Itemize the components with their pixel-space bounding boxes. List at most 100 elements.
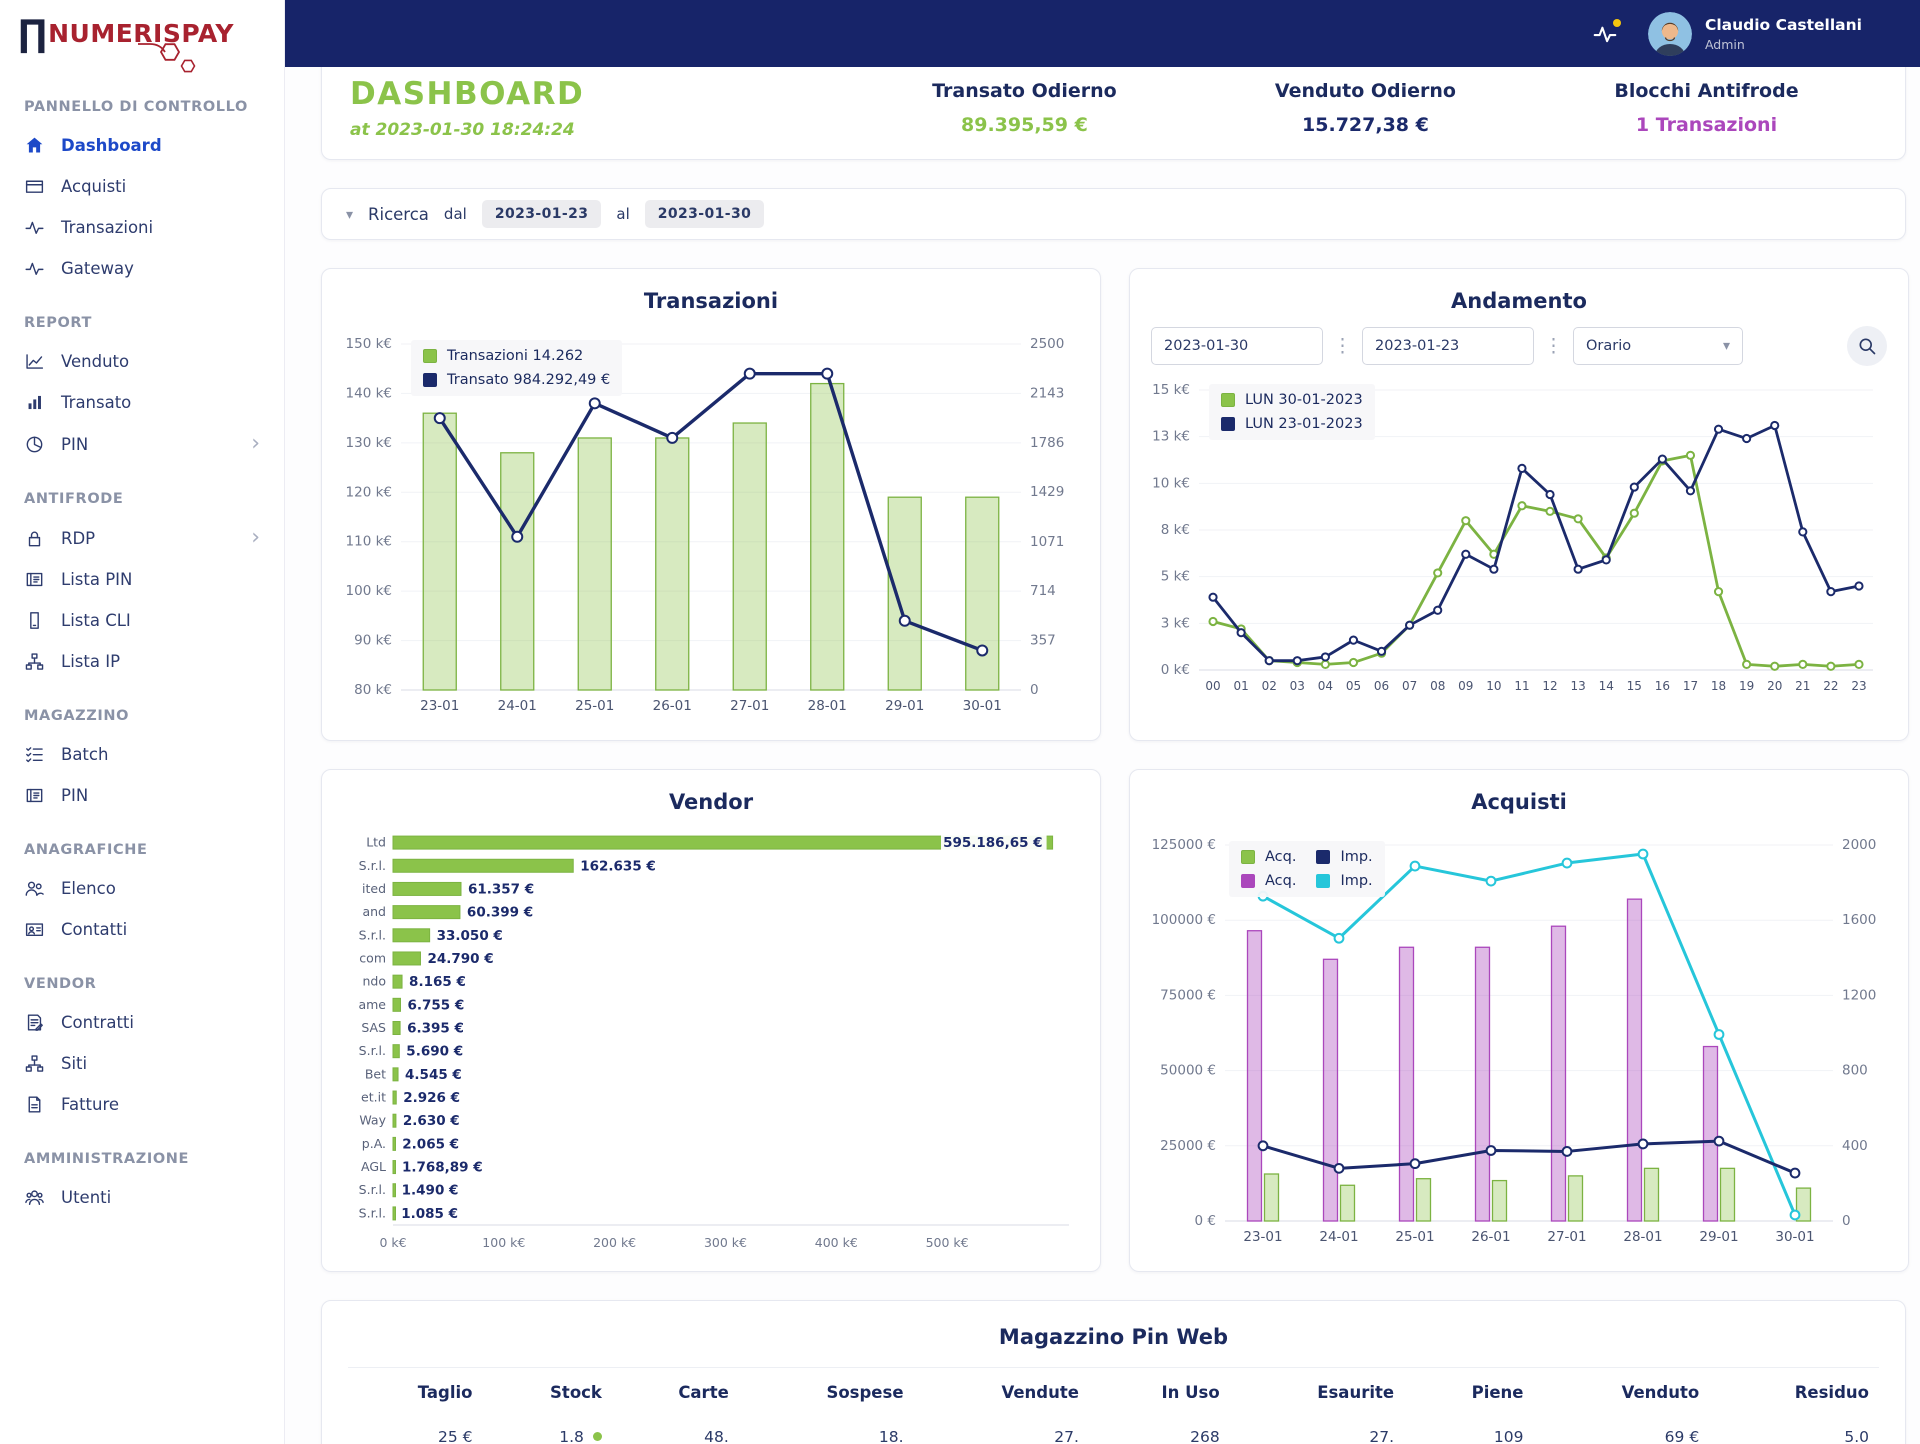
sidebar-item-label: Contratti <box>61 1013 134 1032</box>
kpi-stat-value: 1 Transazioni <box>1536 114 1877 136</box>
sidebar-item-label: Lista IP <box>61 652 120 671</box>
table-row: 25 €1.848.18.27.26827.10969 €5.0 <box>348 1413 1879 1444</box>
sidebar-item-label: Utenti <box>61 1188 111 1207</box>
svg-text:15 k€: 15 k€ <box>1152 382 1190 398</box>
sidebar-item-siti[interactable]: Siti <box>0 1043 284 1084</box>
svg-text:8 k€: 8 k€ <box>1161 522 1190 538</box>
svg-text:1200: 1200 <box>1842 987 1876 1003</box>
user-menu[interactable]: Claudio Castellani Admin <box>1648 12 1862 56</box>
magazzino-card: Magazzino Pin Web TaglioStockCarteSospes… <box>321 1300 1906 1444</box>
svg-text:1.490 €: 1.490 € <box>402 1183 459 1199</box>
svg-text:1071: 1071 <box>1030 534 1064 550</box>
sidebar-item-lista-ip[interactable]: Lista IP <box>0 641 284 682</box>
sidebar-item-dashboard[interactable]: Dashboard <box>0 125 284 166</box>
activity-button[interactable] <box>1592 21 1618 47</box>
svg-text:25-01: 25-01 <box>575 698 614 714</box>
avatar[interactable] <box>1648 12 1692 56</box>
filter-collapse-icon[interactable]: ▾ <box>346 206 353 223</box>
pulse-icon <box>24 217 45 238</box>
svg-text:02: 02 <box>1262 679 1277 693</box>
svg-text:ited: ited <box>362 881 386 896</box>
sidebar-item-label: Batch <box>61 745 108 764</box>
svg-text:3 k€: 3 k€ <box>1161 615 1190 631</box>
svg-text:00: 00 <box>1205 679 1220 693</box>
legend-item: Transazioni 14.262 <box>423 348 610 364</box>
sidebar-item-lista-pin[interactable]: Lista PIN <box>0 559 284 600</box>
magazzino-column-header: Taglio <box>348 1368 483 1414</box>
nav-section-title: ANAGRAFICHE <box>0 816 284 868</box>
chart-acquisti: 0 €25000 €50000 €75000 €100000 €125000 €… <box>1145 827 1893 1261</box>
sidebar-item-contratti[interactable]: Contratti <box>0 1002 284 1043</box>
andamento-date-to-input[interactable] <box>1362 327 1534 365</box>
filter-date-to[interactable]: 2023-01-30 <box>645 200 765 228</box>
sidebar-item-rdp[interactable]: RDP› <box>0 517 284 559</box>
sidebar-item-pin[interactable]: PIN› <box>0 423 284 465</box>
svg-text:16: 16 <box>1655 679 1670 693</box>
magazzino-column-header: Carte <box>612 1368 739 1414</box>
legend-label: LUN 23-01-2023 <box>1245 416 1363 432</box>
kebab-icon[interactable]: ⋮ <box>1541 335 1566 358</box>
svg-text:61.357 €: 61.357 € <box>468 881 534 897</box>
sidebar-item-fatture[interactable]: Fatture <box>0 1084 284 1125</box>
magazzino-column-header: Vendute <box>914 1368 1089 1414</box>
svg-text:25000 €: 25000 € <box>1160 1138 1216 1154</box>
user-name: Claudio Castellani <box>1705 16 1862 34</box>
filter-date-from[interactable]: 2023-01-23 <box>482 200 602 228</box>
chart-card-transazioni: Transazioni 80 k€90 k€100 k€110 k€120 k€… <box>321 268 1101 741</box>
chart-title-acquisti: Acquisti <box>1145 790 1893 814</box>
kpi-stat-label: Blocchi Antifrode <box>1536 80 1877 102</box>
sidebar-item-acquisti[interactable]: Acquisti <box>0 166 284 207</box>
sidebar-item-label: Transazioni <box>61 218 153 237</box>
sidebar-item-transato[interactable]: Transato <box>0 382 284 423</box>
legend-item: Acq. <box>1241 873 1296 889</box>
kebab-icon[interactable]: ⋮ <box>1330 335 1355 358</box>
legend-label: Imp. <box>1340 849 1372 865</box>
sidebar-item-venduto[interactable]: Venduto <box>0 341 284 382</box>
svg-text:80 k€: 80 k€ <box>354 682 392 698</box>
svg-text:6.755 €: 6.755 € <box>407 997 464 1013</box>
nav-section-title: MAGAZZINO <box>0 682 284 734</box>
legend-swatch <box>1241 874 1255 888</box>
andamento-controls: ⋮ ⋮ Orario ▾ <box>1145 326 1893 366</box>
svg-text:S.r.l.: S.r.l. <box>359 1043 386 1058</box>
magazzino-column-header: Stock <box>483 1368 612 1414</box>
andamento-date-from-input[interactable] <box>1151 327 1323 365</box>
magazzino-column-header: In Uso <box>1089 1368 1230 1414</box>
svg-text:150 k€: 150 k€ <box>346 336 392 352</box>
svg-text:04: 04 <box>1318 679 1333 693</box>
svg-text:07: 07 <box>1402 679 1417 693</box>
sidebar-item-transazioni[interactable]: Transazioni <box>0 207 284 248</box>
kpi-stat-label: Venduto Odierno <box>1195 80 1536 102</box>
sidebar-item-utenti[interactable]: Utenti <box>0 1177 284 1218</box>
sidebar-item-contatti[interactable]: Contatti <box>0 909 284 950</box>
svg-text:et.it: et.it <box>361 1090 386 1105</box>
nav-section-title: REPORT <box>0 289 284 341</box>
svg-text:15: 15 <box>1627 679 1642 693</box>
table-cell: 25 € <box>348 1413 483 1444</box>
legend-swatch <box>1221 417 1235 431</box>
legend-swatch <box>1241 850 1255 864</box>
svg-text:4.545 €: 4.545 € <box>405 1067 462 1083</box>
kpi-stat-label: Transato Odierno <box>854 80 1195 102</box>
andamento-search-button[interactable] <box>1847 326 1887 366</box>
svg-text:2.065 €: 2.065 € <box>402 1136 459 1152</box>
nav-section-title: VENDOR <box>0 950 284 1002</box>
sidebar-item-gateway[interactable]: Gateway <box>0 248 284 289</box>
sidebar-item-batch[interactable]: Batch <box>0 734 284 775</box>
svg-text:S.r.l.: S.r.l. <box>359 927 386 942</box>
andamento-mode-select[interactable]: Orario ▾ <box>1573 327 1743 365</box>
svg-text:140 k€: 140 k€ <box>346 385 392 401</box>
sidebar-item-lista-cli[interactable]: Lista CLI <box>0 600 284 641</box>
sidebar-item-elenco[interactable]: Elenco <box>0 868 284 909</box>
magazzino-column-header: Sospese <box>739 1368 914 1414</box>
sidebar-item-label: Gateway <box>61 259 134 278</box>
svg-text:30-01: 30-01 <box>1775 1229 1814 1245</box>
sidebar-item-label: RDP <box>61 529 95 548</box>
sidebar-item-label: Contatti <box>61 920 127 939</box>
logo-hexagons-icon <box>138 40 200 76</box>
chartbar-icon <box>24 392 45 413</box>
sidebar-item-label: Siti <box>61 1054 87 1073</box>
pie-icon <box>24 434 45 455</box>
sidebar-item-pin[interactable]: PIN <box>0 775 284 816</box>
svg-text:100 k€: 100 k€ <box>482 1235 525 1250</box>
